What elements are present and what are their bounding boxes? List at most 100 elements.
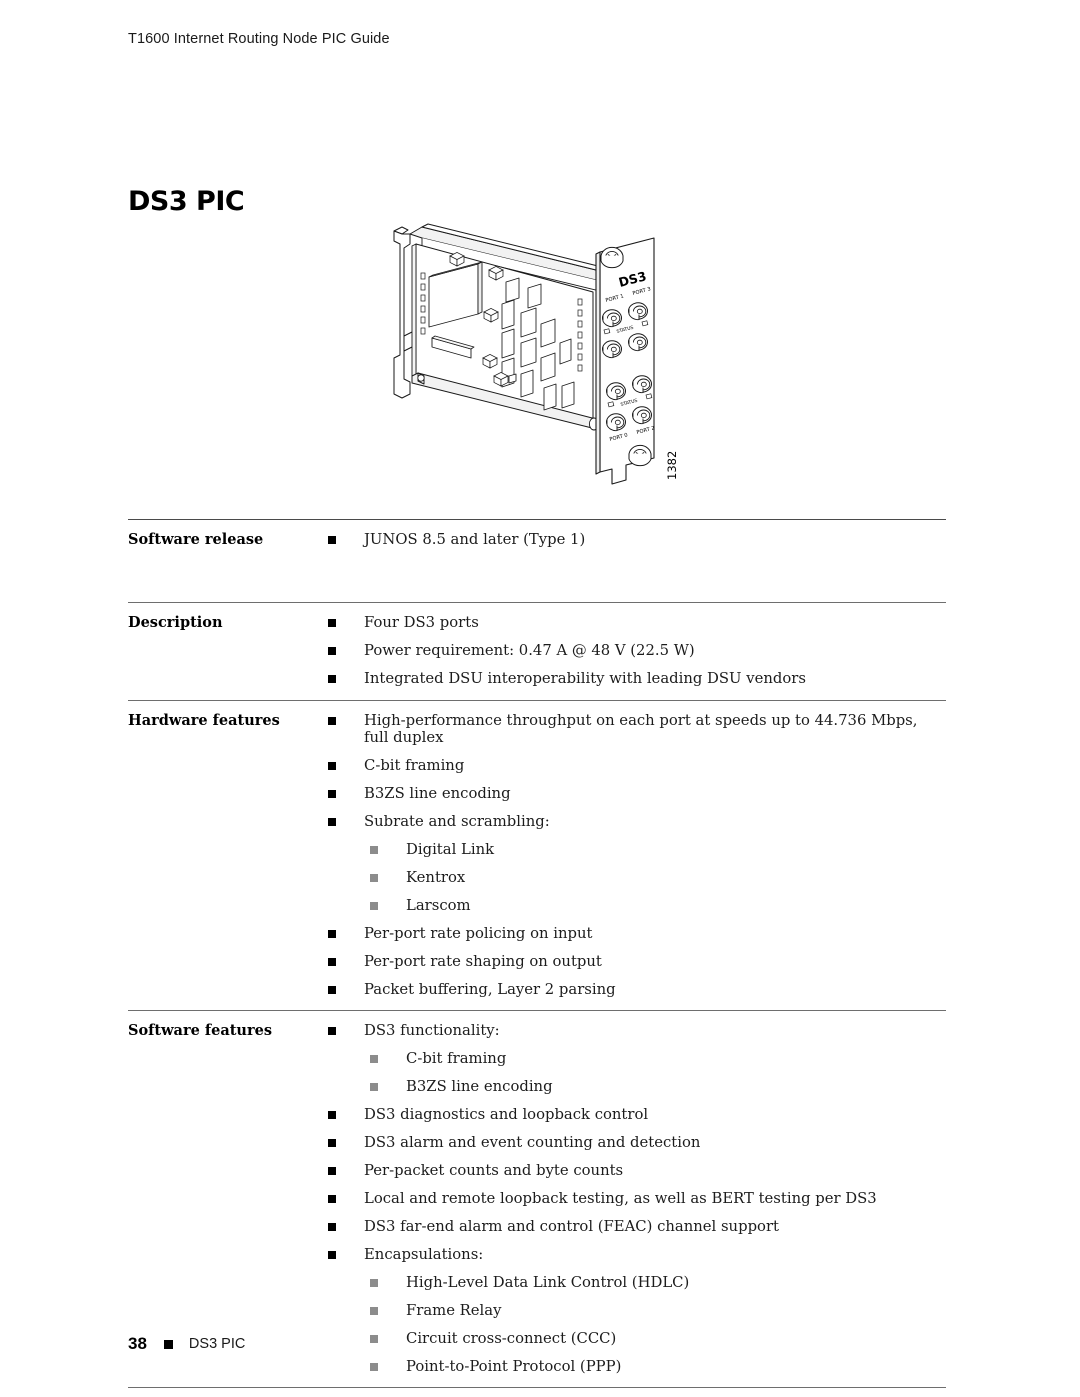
square-subbullet-icon [370, 1278, 378, 1287]
sub-list-item: C-bit framing [364, 1050, 946, 1067]
list-item: Per-packet counts and byte counts [324, 1162, 946, 1179]
square-subbullet-icon [370, 874, 378, 883]
list-item: Power requirement: 0.47 A @ 48 V (22.5 W… [324, 642, 946, 659]
square-subbullet-icon [370, 1306, 378, 1315]
sub-list-item: Frame Relay [364, 1302, 946, 1319]
sub-bullet-list: Digital Link Kentrox Larscom [364, 841, 946, 914]
bullet-list: High-performance throughput on each port… [324, 712, 946, 998]
list-item-text: Packet buffering, Layer 2 parsing [364, 980, 616, 998]
list-item: Packet buffering, Layer 2 parsing [324, 981, 946, 998]
list-item-text: DS3 alarm and event counting and detecti… [364, 1134, 701, 1152]
square-bullet-icon [328, 1167, 336, 1176]
figure-number: 1382 [665, 451, 679, 480]
list-item-text: Per-port rate policing on input [364, 924, 593, 942]
square-bullet-icon [328, 1027, 336, 1036]
square-subbullet-icon [370, 846, 378, 855]
square-bullet-icon [328, 762, 336, 771]
sub-list-item-text: B3ZS line encoding [406, 1078, 553, 1096]
sub-bullet-list: C-bit framing B3ZS line encoding [364, 1050, 946, 1095]
square-bullet-icon [328, 1111, 336, 1120]
list-item: JUNOS 8.5 and later (Type 1) [324, 531, 946, 548]
list-item-text: C-bit framing [364, 757, 465, 775]
square-bullet-icon [328, 818, 336, 827]
sub-bullet-list: High-Level Data Link Control (HDLC) Fram… [364, 1274, 946, 1375]
list-item-text: High-performance throughput on each port… [364, 711, 918, 747]
row-body-software-release: JUNOS 8.5 and later (Type 1) [324, 520, 946, 602]
list-item: Integrated DSU interoperability with lea… [324, 670, 946, 687]
square-bullet-icon [328, 536, 336, 544]
list-item-text: DS3 far-end alarm and control (FEAC) cha… [364, 1217, 779, 1235]
list-item-text: Integrated DSU interoperability with lea… [364, 670, 806, 688]
running-header: T1600 Internet Routing Node PIC Guide [128, 31, 390, 47]
row-label-software-release: Software release [128, 531, 264, 548]
bullet-list: Four DS3 ports Power requirement: 0.47 A… [324, 614, 946, 687]
square-bullet-icon [328, 619, 336, 628]
list-item: DS3 functionality: C-bit framing B3ZS li… [324, 1022, 946, 1095]
list-item: Per-port rate shaping on output [324, 953, 946, 970]
square-bullet-icon [328, 985, 336, 994]
square-bullet-icon [328, 647, 336, 656]
table-row: Software features DS3 functionality: C-b… [128, 1011, 946, 1387]
sub-list-item-text: Larscom [406, 896, 471, 914]
list-item-text: DS3 functionality: [364, 1022, 500, 1040]
bullet-list: DS3 functionality: C-bit framing B3ZS li… [324, 1022, 946, 1375]
row-label-software-features: Software features [128, 1022, 272, 1040]
square-bullet-icon [163, 1339, 173, 1349]
sub-list-item-text: Point-to-Point Protocol (PPP) [406, 1357, 622, 1375]
square-bullet-icon [328, 929, 336, 938]
square-subbullet-icon [370, 1362, 378, 1371]
sub-list-item-text: Kentrox [406, 869, 466, 887]
list-item-text: B3ZS line encoding [364, 785, 511, 803]
list-item-text: DS3 diagnostics and loopback control [364, 1106, 649, 1124]
square-subbullet-icon [370, 1334, 378, 1343]
sub-list-item-text: Circuit cross-connect (CCC) [406, 1329, 617, 1347]
footer-page-number: 38 [128, 1334, 147, 1353]
row-body-hardware-features: High-performance throughput on each port… [324, 701, 946, 1010]
sub-list-item: Larscom [364, 897, 946, 914]
sub-list-item-text: High-Level Data Link Control (HDLC) [406, 1273, 690, 1291]
page-footer: 38 DS3 PIC [128, 1334, 245, 1354]
list-item: DS3 alarm and event counting and detecti… [324, 1134, 946, 1151]
list-item-text: JUNOS 8.5 and later (Type 1) [364, 531, 586, 548]
list-item-text: Per-port rate shaping on output [364, 952, 602, 970]
ds3-pic-illustration: DS3 PORT 1 PORT 3 STATUS STATUS PORT 0 P… [388, 208, 698, 508]
sub-list-item: Point-to-Point Protocol (PPP) [364, 1358, 946, 1375]
footer-section-title: DS3 PIC [188, 1336, 246, 1352]
square-bullet-icon [328, 957, 336, 966]
square-bullet-icon [328, 675, 336, 684]
square-bullet-icon [328, 1250, 336, 1259]
list-item-text: Four DS3 ports [364, 614, 479, 632]
document-page: T1600 Internet Routing Node PIC Guide DS… [0, 0, 1080, 1397]
table-rule-bottom [128, 1387, 946, 1389]
square-bullet-icon [328, 1139, 336, 1148]
square-bullet-icon [328, 1195, 336, 1204]
pic-specification-table: Software release JUNOS 8.5 and later (Ty… [128, 519, 946, 1389]
square-subbullet-icon [370, 901, 378, 910]
sub-list-item: High-Level Data Link Control (HDLC) [364, 1274, 946, 1291]
square-subbullet-icon [370, 1055, 378, 1064]
list-item: DS3 diagnostics and loopback control [324, 1106, 946, 1123]
list-item: High-performance throughput on each port… [324, 712, 946, 747]
row-label-description: Description [128, 614, 223, 632]
table-row: Software release JUNOS 8.5 and later (Ty… [128, 520, 946, 602]
row-body-description: Four DS3 ports Power requirement: 0.47 A… [324, 603, 946, 699]
sub-list-item: Digital Link [364, 841, 946, 858]
list-item: Per-port rate policing on input [324, 925, 946, 942]
list-item-text: Encapsulations: [364, 1245, 484, 1263]
list-item: Encapsulations: High-Level Data Link Con… [324, 1246, 946, 1375]
list-item: Four DS3 ports [324, 614, 946, 631]
list-item-text: Subrate and scrambling: [364, 813, 550, 831]
square-bullet-icon [328, 716, 336, 725]
square-bullet-icon [328, 790, 336, 799]
list-item: DS3 far-end alarm and control (FEAC) cha… [324, 1218, 946, 1235]
sub-list-item-text: Digital Link [406, 841, 495, 859]
row-body-software-features: DS3 functionality: C-bit framing B3ZS li… [324, 1011, 946, 1387]
list-item: Subrate and scrambling: Digital Link Ken… [324, 813, 946, 914]
list-item: Local and remote loopback testing, as we… [324, 1190, 946, 1207]
square-subbullet-icon [370, 1083, 378, 1092]
list-item-text: Power requirement: 0.47 A @ 48 V (22.5 W… [364, 642, 695, 660]
list-item: C-bit framing [324, 757, 946, 774]
row-label-hardware-features: Hardware features [128, 711, 280, 729]
list-item: B3ZS line encoding [324, 785, 946, 802]
list-item-text: Local and remote loopback testing, as we… [364, 1190, 877, 1208]
